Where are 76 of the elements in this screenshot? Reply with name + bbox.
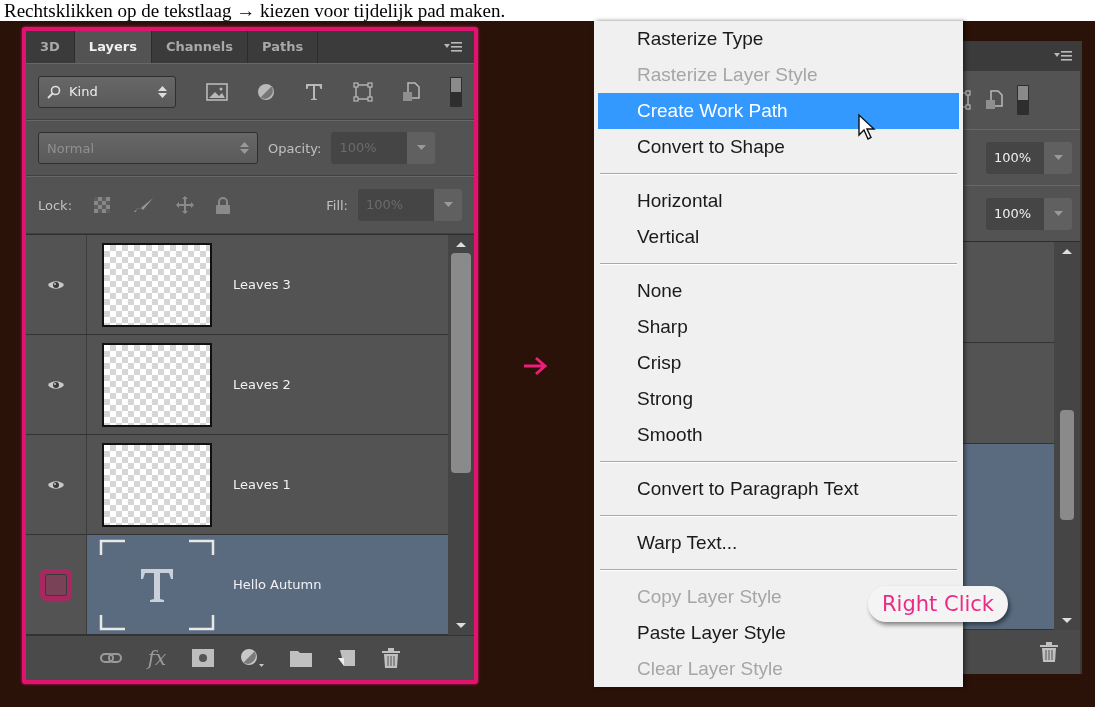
panel-tab[interactable]: Paths bbox=[248, 31, 319, 63]
eye-icon bbox=[48, 379, 64, 390]
search-icon bbox=[47, 84, 61, 99]
menu-item[interactable]: Rasterize Type bbox=[598, 21, 959, 57]
layer-name: Leaves 1 bbox=[233, 477, 291, 492]
smart-object-filter-icon[interactable] bbox=[402, 81, 421, 102]
dropdown-arrow-button[interactable] bbox=[407, 132, 436, 164]
menu-item[interactable]: Crisp bbox=[598, 345, 959, 381]
layer-name: Leaves 2 bbox=[233, 377, 291, 392]
caption-text: Rechtsklikken op de tekstlaag → kiezen voor tijdelijk pad maken. bbox=[0, 0, 1095, 21]
scroll-down-icon[interactable] bbox=[456, 623, 466, 629]
up-down-icon bbox=[240, 141, 249, 155]
menu-item[interactable]: Smooth bbox=[598, 417, 959, 453]
brush-icon[interactable] bbox=[132, 197, 155, 213]
menu-item[interactable]: Warp Text... bbox=[598, 525, 959, 561]
menu-item[interactable]: Convert to Paragraph Text bbox=[598, 471, 959, 507]
filter-dropdown[interactable]: Kind bbox=[38, 75, 176, 108]
eye-icon bbox=[48, 479, 64, 490]
trash-icon[interactable] bbox=[1040, 642, 1058, 662]
filter-toggle-switch[interactable] bbox=[449, 76, 462, 107]
opacity-field[interactable]: 100% bbox=[986, 141, 1044, 174]
eye-icon bbox=[48, 279, 64, 290]
dropdown-arrow-button[interactable] bbox=[1044, 141, 1072, 174]
scrollbar[interactable] bbox=[448, 235, 474, 635]
scrollbar-thumb[interactable] bbox=[451, 253, 471, 473]
menu-item[interactable]: Sharp bbox=[598, 309, 959, 345]
right-arrow-icon bbox=[524, 356, 548, 376]
link-icon[interactable] bbox=[99, 652, 122, 664]
smart-object-filter-icon[interactable] bbox=[985, 90, 1003, 110]
layer-row[interactable]: Hello Autumn bbox=[26, 535, 448, 635]
menu-item[interactable]: Convert to Shape bbox=[598, 129, 959, 165]
scroll-up-icon[interactable] bbox=[1062, 248, 1072, 254]
layer-row[interactable]: Leaves 1 bbox=[26, 435, 448, 535]
image-filter-icon[interactable] bbox=[205, 82, 228, 101]
menu-item[interactable]: Horizontal bbox=[598, 183, 959, 219]
menu-item[interactable]: Vertical bbox=[598, 219, 959, 255]
layer-mask-icon[interactable] bbox=[192, 649, 215, 667]
opacity-label: Opacity: bbox=[268, 140, 322, 156]
lock-pixels-icon[interactable] bbox=[94, 197, 111, 213]
callout-tooltip: Right Click bbox=[868, 586, 1008, 622]
caret-icon bbox=[443, 202, 453, 208]
lock-icon[interactable] bbox=[216, 196, 231, 214]
move-icon[interactable] bbox=[176, 196, 195, 214]
lock-label: Lock: bbox=[38, 197, 73, 213]
dropdown-arrow-button[interactable] bbox=[1044, 197, 1072, 230]
layer-name: Hello Autumn bbox=[233, 577, 322, 592]
fill-label: Fill: bbox=[326, 197, 348, 213]
menu-item[interactable]: Strong bbox=[598, 381, 959, 417]
panel-menu-icon[interactable] bbox=[444, 41, 462, 53]
shape-filter-icon[interactable] bbox=[352, 81, 373, 102]
panel-tab[interactable]: 3D bbox=[26, 31, 75, 63]
layer-row[interactable]: Leaves 2 bbox=[26, 335, 448, 435]
layer-name: Leaves 3 bbox=[233, 277, 291, 292]
adjustment-layer-icon[interactable] bbox=[240, 648, 265, 668]
menu-item[interactable]: None bbox=[598, 273, 959, 309]
trash-icon[interactable] bbox=[382, 648, 401, 668]
scrollbar-thumb[interactable] bbox=[1060, 410, 1074, 520]
panel-menu-icon[interactable] bbox=[1054, 50, 1072, 62]
scroll-down-icon[interactable] bbox=[1062, 618, 1072, 624]
mouse-pointer-icon bbox=[857, 113, 877, 141]
panel-tab[interactable]: Layers bbox=[74, 31, 152, 63]
up-down-icon bbox=[158, 84, 167, 99]
caret-icon bbox=[416, 145, 426, 151]
new-layer-icon[interactable] bbox=[338, 649, 357, 667]
fill-field[interactable]: 100% bbox=[986, 197, 1044, 230]
caret-icon bbox=[1053, 210, 1063, 217]
scrollbar[interactable] bbox=[1054, 242, 1080, 630]
scroll-up-icon[interactable] bbox=[456, 241, 466, 247]
adjustment-filter-icon[interactable] bbox=[257, 82, 276, 101]
type-filter-icon[interactable] bbox=[304, 82, 323, 101]
caret-icon bbox=[1053, 154, 1063, 161]
panel-tab[interactable]: Channels bbox=[151, 31, 249, 63]
filter-toggle-switch[interactable] bbox=[1017, 85, 1029, 115]
layer-row[interactable]: Leaves 3 bbox=[26, 235, 448, 335]
folder-icon[interactable] bbox=[290, 649, 313, 667]
shape-filter-icon[interactable] bbox=[963, 90, 971, 110]
